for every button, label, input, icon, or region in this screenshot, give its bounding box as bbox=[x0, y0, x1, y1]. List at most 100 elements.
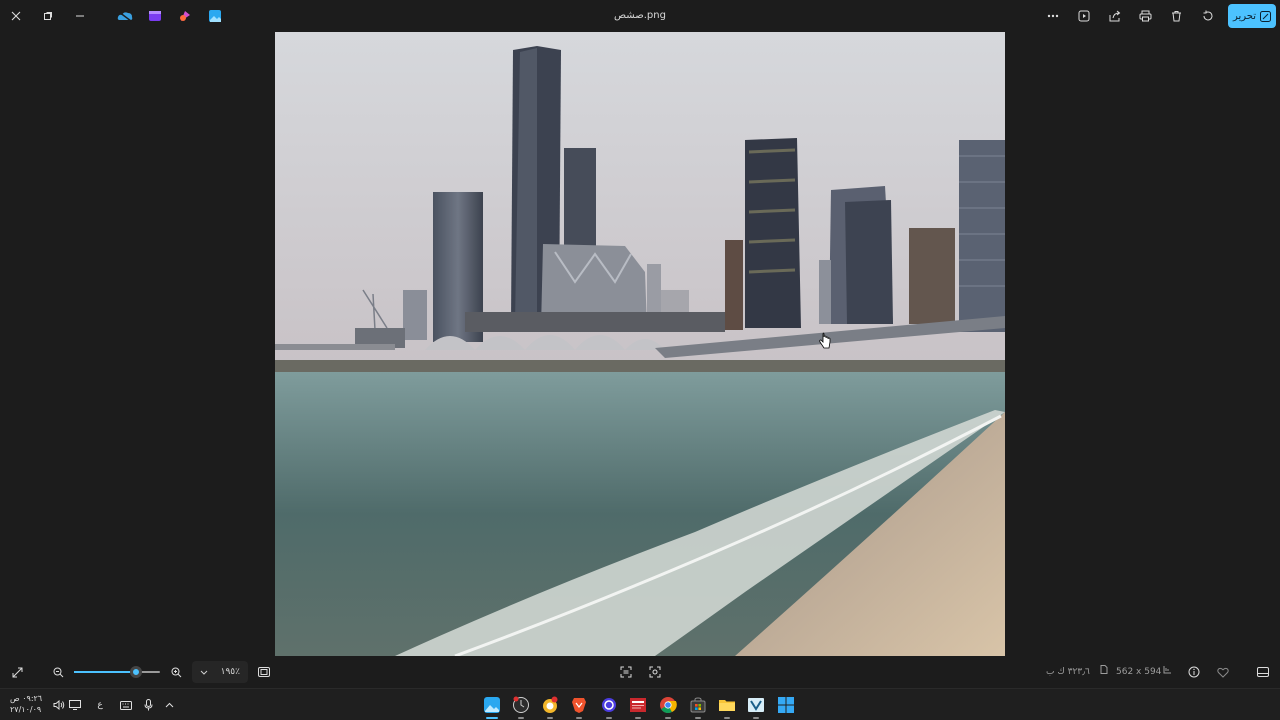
share-button[interactable] bbox=[1100, 2, 1129, 30]
taskbar-chat-app-icon bbox=[543, 696, 558, 713]
close-button[interactable] bbox=[0, 0, 32, 32]
running-indicator bbox=[606, 717, 612, 719]
taskbar-store-icon bbox=[690, 697, 706, 713]
running-indicator bbox=[547, 717, 553, 719]
taskbar-vegas-icon bbox=[748, 698, 764, 712]
window-title: صشص.png bbox=[614, 10, 666, 21]
touch-keyboard-button[interactable] bbox=[115, 689, 137, 720]
text-scan-icon bbox=[620, 666, 632, 678]
rotate-button[interactable] bbox=[1193, 2, 1222, 30]
taskbar-photos-icon bbox=[484, 697, 500, 713]
microphone-icon bbox=[144, 699, 152, 711]
minimize-button[interactable] bbox=[64, 0, 96, 32]
zoom-out-icon bbox=[53, 667, 63, 677]
info-icon bbox=[1188, 666, 1200, 678]
object-scan-icon bbox=[649, 666, 661, 678]
image-dimensions-text: 562 x 594 bbox=[1116, 667, 1162, 677]
taskbar-vegas-button[interactable] bbox=[744, 693, 768, 719]
taskbar-brave-icon bbox=[572, 698, 586, 713]
running-indicator bbox=[665, 717, 671, 719]
running-indicator bbox=[518, 717, 524, 719]
fit-window-icon bbox=[258, 667, 270, 677]
slideshow-button[interactable] bbox=[1069, 2, 1098, 30]
taskbar-store-button[interactable] bbox=[686, 693, 710, 719]
microphone-button[interactable] bbox=[137, 689, 159, 720]
running-indicator bbox=[576, 717, 582, 719]
heart-icon bbox=[1217, 667, 1229, 678]
taskbar-start-icon bbox=[778, 697, 794, 713]
running-indicator bbox=[486, 717, 498, 719]
visual-search-button[interactable] bbox=[615, 660, 637, 684]
more-options-button[interactable] bbox=[1038, 2, 1067, 30]
taskbar-news-button[interactable] bbox=[626, 693, 650, 719]
zoom-in-button[interactable] bbox=[166, 660, 186, 684]
video-editor-icon bbox=[149, 11, 161, 21]
zoom-in-icon bbox=[171, 667, 181, 677]
photos-app-icon bbox=[209, 10, 221, 22]
chevron-down-icon bbox=[200, 670, 208, 675]
restore-button[interactable] bbox=[32, 0, 64, 32]
file-size-text: ٣٢٣٫٦ ك ب bbox=[1046, 667, 1090, 677]
favorite-button[interactable] bbox=[1212, 660, 1234, 684]
taskbar-file-explorer-icon bbox=[719, 700, 735, 711]
taskbar-chrome-button[interactable] bbox=[656, 693, 680, 719]
toolbar-actions: تحرير bbox=[1038, 0, 1276, 32]
taskbar-start-button[interactable] bbox=[774, 693, 798, 717]
slideshow-icon bbox=[1078, 10, 1089, 22]
running-indicator bbox=[635, 717, 641, 719]
input-language-button[interactable]: ع bbox=[89, 689, 111, 720]
photos-app-button[interactable] bbox=[204, 5, 226, 27]
zoom-slider-thumb[interactable] bbox=[129, 666, 142, 678]
fullscreen-button[interactable] bbox=[6, 660, 28, 684]
taskbar-cortana-button[interactable] bbox=[597, 693, 621, 719]
print-icon bbox=[1139, 10, 1152, 22]
zoom-out-button[interactable] bbox=[48, 660, 68, 684]
edit-image-icon bbox=[1260, 10, 1272, 22]
taskbar-chrome-icon bbox=[660, 697, 677, 714]
video-editor-button[interactable] bbox=[144, 5, 166, 27]
object-scan-button[interactable] bbox=[644, 660, 666, 684]
file-info-button[interactable] bbox=[1183, 660, 1205, 684]
viewer-bottom-toolbar: ١٩٥٪ ٣٢٣٫٦ ك ب 562 x 594 bbox=[0, 656, 1280, 688]
zoom-level-dropdown[interactable]: ١٩٥٪ bbox=[192, 661, 248, 683]
taskbar-clock-app-button[interactable] bbox=[509, 693, 533, 719]
more-options-icon bbox=[1047, 14, 1058, 18]
show-hidden-icons-button[interactable] bbox=[158, 689, 180, 720]
onedrive-icon bbox=[117, 11, 133, 22]
taskbar-brave-button[interactable] bbox=[567, 693, 591, 719]
running-indicator bbox=[724, 717, 730, 719]
onedrive-button[interactable] bbox=[114, 5, 136, 27]
zoom-slider[interactable] bbox=[74, 666, 160, 678]
riyadh-skyline-photo bbox=[275, 32, 1005, 656]
designer-button[interactable] bbox=[174, 5, 196, 27]
system-clock[interactable]: ٠٩:٢٦ ص ٢٧/١٠/٠٩ bbox=[10, 693, 46, 715]
fit-to-window-button[interactable] bbox=[253, 660, 275, 684]
clock-date: ٢٧/١٠/٠٩ bbox=[10, 705, 42, 714]
running-indicator bbox=[695, 717, 701, 719]
network-button[interactable] bbox=[64, 689, 86, 720]
rotate-icon bbox=[1203, 10, 1212, 21]
filmstrip-icon bbox=[1257, 667, 1269, 677]
photos-app-window: صشص.png تحرير ١٩٥٪ ٣٢٣٫٦ ك ب 562 x 594 ٠… bbox=[0, 0, 1280, 720]
taskbar-chat-app-button[interactable] bbox=[538, 693, 562, 719]
language-label: ع bbox=[97, 700, 103, 710]
photo-canvas[interactable] bbox=[275, 32, 1005, 656]
share-icon bbox=[1109, 10, 1120, 22]
edit-button[interactable]: تحرير bbox=[1228, 4, 1276, 28]
expand-icon bbox=[12, 667, 22, 677]
clock-time: ٠٩:٢٦ ص bbox=[10, 694, 43, 703]
print-button[interactable] bbox=[1131, 2, 1160, 30]
dimensions-icon bbox=[1163, 656, 1173, 688]
running-indicator bbox=[753, 717, 759, 719]
taskbar-cortana-icon bbox=[602, 698, 616, 712]
delete-button[interactable] bbox=[1162, 2, 1191, 30]
keyboard-icon bbox=[120, 700, 132, 710]
file-size-icon bbox=[1100, 656, 1110, 688]
zoom-level-value: ١٩٥٪ bbox=[220, 667, 240, 677]
taskbar-photos-button[interactable] bbox=[480, 693, 504, 719]
chevron-up-icon bbox=[165, 702, 173, 708]
restore-icon bbox=[44, 12, 52, 20]
filmstrip-toggle-button[interactable] bbox=[1252, 660, 1274, 684]
app-shortcuts bbox=[114, 5, 226, 27]
taskbar-file-explorer-button[interactable] bbox=[715, 693, 739, 719]
